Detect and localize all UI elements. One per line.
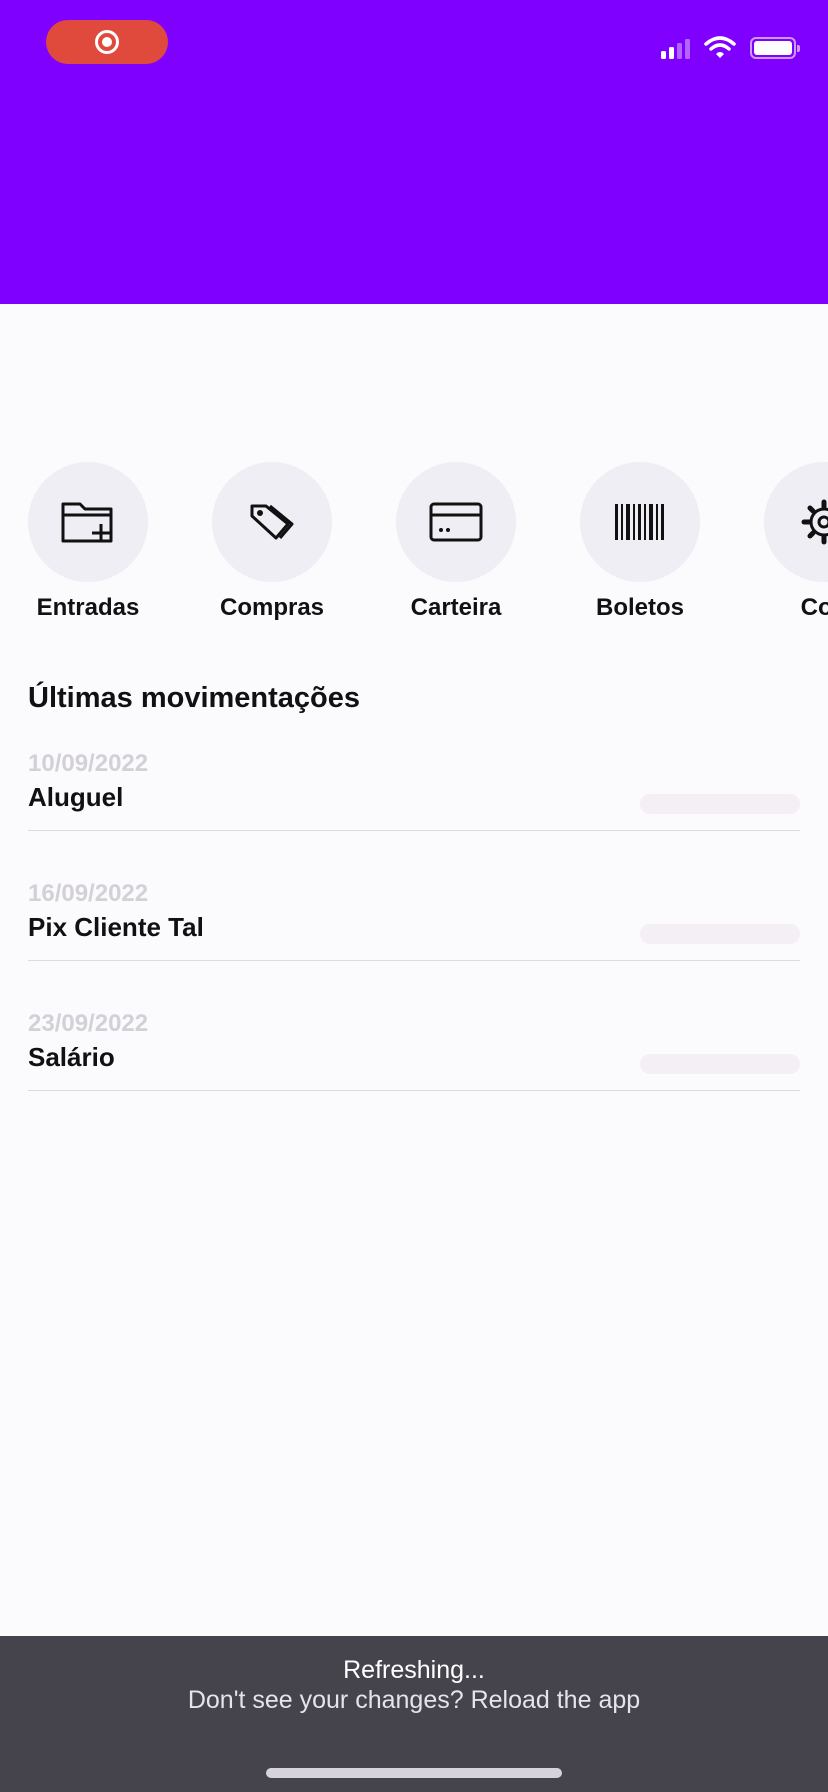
screen-recording-icon (95, 30, 119, 54)
transaction-name: Pix Cliente Tal (28, 912, 204, 942)
shortcut-circle (28, 462, 148, 582)
amount-loading-placeholder (640, 924, 800, 944)
credit-card-icon (429, 502, 483, 542)
section-title: Últimas movimentações (28, 682, 361, 714)
shortcut-label: Entradas (36, 594, 140, 621)
transaction-date: 16/09/2022 (28, 880, 149, 907)
divider (28, 830, 800, 831)
shortcut-circle (580, 462, 700, 582)
refresh-toast[interactable]: Refreshing... Don't see your changes? Re… (0, 1636, 828, 1792)
divider (28, 960, 800, 961)
divider (28, 1090, 800, 1091)
battery-fill (754, 41, 792, 55)
gear-icon (801, 499, 828, 545)
status-bar-icons (661, 36, 800, 60)
shortcuts-carousel[interactable]: Entradas Compras Carteira Boletos Co (0, 462, 828, 622)
barcode-icon (615, 504, 664, 540)
transaction-date: 23/09/2022 (28, 1010, 149, 1037)
reload-app-link[interactable]: Don't see your changes? Reload the app (0, 1686, 828, 1715)
transaction-row[interactable]: 16/09/2022 Pix Cliente Tal (28, 872, 800, 1002)
home-indicator[interactable] (266, 1768, 562, 1778)
tags-icon (250, 504, 294, 540)
shortcut-label: Carteira (410, 594, 502, 621)
shortcut-compras[interactable]: Compras (192, 462, 352, 622)
shortcut-circle (212, 462, 332, 582)
transaction-name: Aluguel (28, 782, 124, 812)
shortcut-label: Con (800, 594, 828, 621)
shortcut-entradas[interactable]: Entradas (8, 462, 168, 622)
transaction-date: 10/09/2022 (28, 750, 149, 777)
folder-plus-icon (61, 502, 113, 543)
amount-loading-placeholder (640, 1054, 800, 1074)
transaction-row[interactable]: 23/09/2022 Salário (28, 1002, 800, 1132)
shortcut-label: Compras (219, 594, 325, 621)
transaction-name: Salário (28, 1042, 115, 1072)
shortcut-circle (764, 462, 828, 582)
toast-status-text: Refreshing... (343, 1656, 485, 1684)
amount-loading-placeholder (640, 794, 800, 814)
shortcut-carteira[interactable]: Carteira (376, 462, 536, 622)
screen-recording-indicator[interactable] (46, 20, 168, 64)
app-header (0, 0, 828, 304)
shortcut-config[interactable]: Con (744, 462, 828, 622)
cellular-signal-icon (661, 37, 690, 59)
shortcut-circle (396, 462, 516, 582)
battery-icon (750, 37, 800, 59)
shortcut-label: Boletos (595, 594, 684, 621)
wifi-icon (704, 36, 736, 58)
transactions-list: 10/09/2022 Aluguel 16/09/2022 Pix Client… (28, 742, 800, 1132)
transaction-row[interactable]: 10/09/2022 Aluguel (28, 742, 800, 872)
shortcut-boletos[interactable]: Boletos (560, 462, 720, 622)
